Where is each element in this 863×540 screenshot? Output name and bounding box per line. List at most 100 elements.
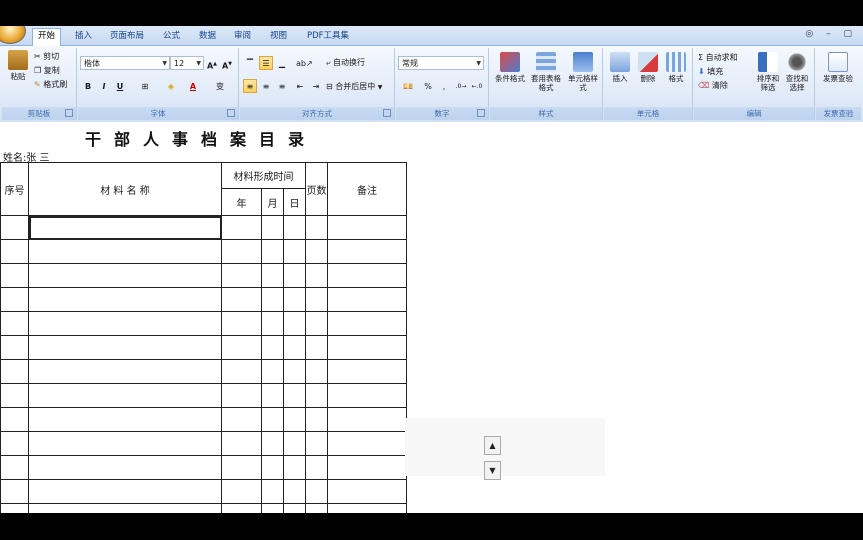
table-cell[interactable]: [261, 383, 284, 408]
font-size-select[interactable]: 12 ▼: [170, 56, 204, 70]
cut-button[interactable]: ✂ 剪切: [34, 51, 59, 62]
table-cell[interactable]: [283, 335, 306, 360]
table-cell[interactable]: [261, 479, 284, 504]
align-middle-icon[interactable]: ☰: [259, 56, 273, 70]
table-cell[interactable]: [221, 263, 262, 288]
table-cell[interactable]: [221, 407, 262, 432]
insert-cells-button[interactable]: 插入: [606, 52, 634, 83]
table-cell[interactable]: [261, 287, 284, 312]
underline-button[interactable]: U: [113, 79, 127, 93]
bold-button[interactable]: B: [81, 79, 95, 93]
table-cell[interactable]: [327, 239, 407, 264]
table-cell[interactable]: [28, 503, 222, 513]
table-cell[interactable]: [283, 263, 306, 288]
table-cell[interactable]: [327, 407, 407, 432]
table-cell[interactable]: [327, 455, 407, 480]
italic-button[interactable]: I: [97, 79, 111, 93]
increase-indent-icon[interactable]: ⇥: [309, 79, 323, 93]
table-cell[interactable]: [221, 239, 262, 264]
table-cell[interactable]: [327, 335, 407, 360]
decrease-decimal-icon[interactable]: ←.0: [470, 79, 484, 93]
format-painter-button[interactable]: ✎ 格式刷: [34, 79, 67, 90]
table-cell[interactable]: [0, 503, 29, 513]
table-cell[interactable]: [305, 263, 328, 288]
table-cell[interactable]: [305, 359, 328, 384]
table-cell[interactable]: [305, 287, 328, 312]
table-cell[interactable]: [327, 431, 407, 456]
worksheet[interactable]: 干部人事档案目录 姓名:张 三 序号 材 料 名 称 材料形成时间 页数 备注 …: [0, 122, 863, 513]
table-cell[interactable]: [305, 431, 328, 456]
border-icon[interactable]: ⊞: [138, 79, 152, 93]
table-cell[interactable]: [261, 455, 284, 480]
table-cell[interactable]: [28, 335, 222, 360]
table-cell[interactable]: [283, 431, 306, 456]
align-top-icon[interactable]: ▔: [243, 56, 257, 70]
table-cell[interactable]: [28, 215, 222, 240]
tab-review[interactable]: 审阅: [229, 29, 256, 44]
tab-data[interactable]: 数据: [194, 29, 221, 44]
table-cell[interactable]: [28, 383, 222, 408]
spin-down-button[interactable]: ▼: [484, 461, 501, 480]
align-left-icon[interactable]: ≡: [243, 79, 257, 93]
number-format-select[interactable]: 常规 ▼: [398, 56, 484, 70]
sort-filter-button[interactable]: 排序和筛选: [754, 52, 782, 92]
spin-up-button[interactable]: ▲: [484, 436, 501, 455]
table-cell[interactable]: [221, 503, 262, 513]
table-cell[interactable]: [283, 407, 306, 432]
copy-button[interactable]: ❐ 复制: [34, 65, 60, 76]
increase-decimal-icon[interactable]: .0→: [454, 79, 468, 93]
table-cell[interactable]: [283, 287, 306, 312]
table-cell[interactable]: [327, 503, 407, 513]
font-launcher-icon[interactable]: [227, 109, 235, 117]
autosum-button[interactable]: Σ 自动求和: [698, 52, 738, 63]
table-cell[interactable]: [261, 407, 284, 432]
table-cell[interactable]: [305, 407, 328, 432]
comma-button[interactable]: ,: [437, 79, 451, 93]
merge-center-button[interactable]: ⊟ 合并后居中 ▼: [326, 81, 382, 92]
table-cell[interactable]: [327, 287, 407, 312]
window-controls[interactable]: ◎ – ▢: [805, 29, 857, 39]
table-cell[interactable]: [28, 431, 222, 456]
format-cells-button[interactable]: 格式: [662, 52, 690, 83]
table-cell[interactable]: [221, 287, 262, 312]
align-center-icon[interactable]: ≡: [259, 79, 273, 93]
table-cell[interactable]: [221, 311, 262, 336]
table-cell[interactable]: [261, 263, 284, 288]
table-cell[interactable]: [28, 263, 222, 288]
table-cell[interactable]: [28, 455, 222, 480]
fill-button[interactable]: ⬇ 填充: [698, 66, 723, 77]
table-cell[interactable]: [283, 479, 306, 504]
wrap-text-button[interactable]: ⤶ 自动换行: [326, 57, 365, 68]
percent-button[interactable]: %: [421, 79, 435, 93]
table-cell[interactable]: [283, 359, 306, 384]
table-cell[interactable]: [28, 407, 222, 432]
table-cell[interactable]: [261, 239, 284, 264]
table-cell[interactable]: [327, 311, 407, 336]
table-cell[interactable]: [28, 287, 222, 312]
table-cell[interactable]: [305, 215, 328, 240]
alignment-launcher-icon[interactable]: [383, 109, 391, 117]
cell-styles-button[interactable]: 单元格样式: [566, 52, 600, 92]
invoice-check-button[interactable]: 发票查验: [822, 52, 854, 83]
table-cell[interactable]: [283, 503, 306, 513]
table-cell[interactable]: [327, 263, 407, 288]
table-cell[interactable]: [283, 455, 306, 480]
tab-page-layout[interactable]: 页面布局: [105, 29, 149, 44]
table-cell[interactable]: [0, 239, 29, 264]
find-select-button[interactable]: 查找和选择: [783, 52, 811, 92]
table-cell[interactable]: [0, 359, 29, 384]
shrink-font-button[interactable]: A▼: [220, 56, 234, 71]
table-cell[interactable]: [28, 239, 222, 264]
table-cell[interactable]: [0, 383, 29, 408]
format-as-table-button[interactable]: 套用表格格式: [528, 52, 564, 92]
table-cell[interactable]: [28, 311, 222, 336]
font-name-select[interactable]: 楷体 ▼: [80, 56, 170, 70]
table-cell[interactable]: [283, 383, 306, 408]
number-launcher-icon[interactable]: [477, 109, 485, 117]
table-cell[interactable]: [283, 311, 306, 336]
table-cell[interactable]: [0, 311, 29, 336]
table-cell[interactable]: [0, 407, 29, 432]
table-cell[interactable]: [327, 383, 407, 408]
table-cell[interactable]: [221, 335, 262, 360]
table-cell[interactable]: [0, 287, 29, 312]
